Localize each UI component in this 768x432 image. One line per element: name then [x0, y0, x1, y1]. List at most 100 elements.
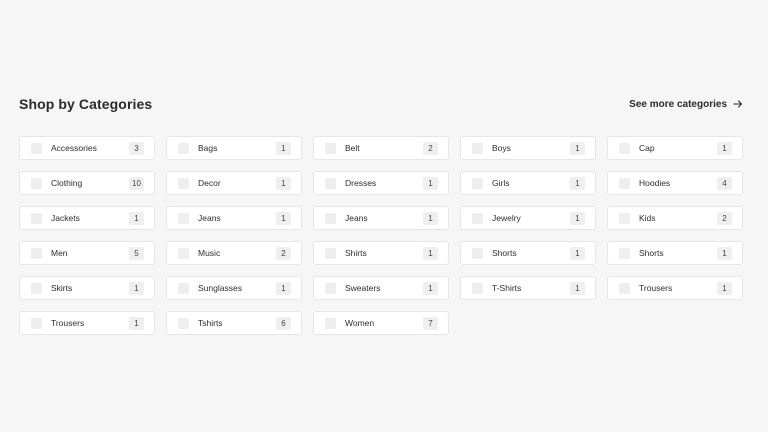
category-label: Music — [198, 248, 221, 258]
section-title: Shop by Categories — [19, 96, 153, 112]
category-count-badge: 1 — [423, 211, 438, 225]
category-label: Boys — [492, 143, 511, 153]
category-label: Jeans — [345, 213, 368, 223]
category-label: Sunglasses — [198, 283, 242, 293]
category-count-badge: 1 — [129, 211, 144, 225]
category-thumbnail — [472, 177, 483, 189]
category-item[interactable]: Jackets 1 — [19, 206, 155, 230]
category-thumbnail — [472, 282, 483, 294]
category-label: Belt — [345, 143, 360, 153]
category-label: Jackets — [51, 213, 80, 223]
category-item[interactable]: Trousers 1 — [19, 311, 155, 335]
category-count-badge: 10 — [129, 176, 144, 190]
category-count-badge: 1 — [129, 281, 144, 295]
category-item[interactable]: Trousers 1 — [607, 276, 743, 300]
category-item[interactable]: Dresses 1 — [313, 171, 449, 195]
category-label: Trousers — [51, 318, 85, 328]
category-thumbnail — [619, 142, 630, 154]
category-item[interactable]: Shorts 1 — [607, 241, 743, 265]
category-count-badge: 1 — [423, 176, 438, 190]
category-item[interactable]: Shorts 1 — [460, 241, 596, 265]
category-label: Jeans — [198, 213, 221, 223]
category-label: Decor — [198, 178, 221, 188]
category-item[interactable]: Men 5 — [19, 241, 155, 265]
category-count-badge: 3 — [129, 141, 144, 155]
category-thumbnail — [325, 247, 336, 259]
category-count-badge: 1 — [570, 246, 585, 260]
category-thumbnail — [325, 317, 336, 329]
category-thumbnail — [31, 142, 42, 154]
category-thumbnail — [178, 177, 189, 189]
category-label: Shorts — [492, 248, 517, 258]
category-item[interactable]: T-Shirts 1 — [460, 276, 596, 300]
category-item[interactable]: Hoodies 4 — [607, 171, 743, 195]
category-item[interactable]: Decor 1 — [166, 171, 302, 195]
category-thumbnail — [472, 142, 483, 154]
category-label: Girls — [492, 178, 510, 188]
category-thumbnail — [472, 247, 483, 259]
category-count-badge: 1 — [423, 246, 438, 260]
category-count-badge: 1 — [570, 211, 585, 225]
category-label: Accessories — [51, 143, 97, 153]
category-item[interactable]: Sweaters 1 — [313, 276, 449, 300]
category-label: Skirts — [51, 283, 73, 293]
category-thumbnail — [178, 247, 189, 259]
category-item[interactable]: Girls 1 — [460, 171, 596, 195]
category-count-badge: 5 — [129, 246, 144, 260]
category-count-badge: 2 — [423, 141, 438, 155]
category-count-badge: 1 — [276, 281, 291, 295]
category-label: Trousers — [639, 283, 673, 293]
category-item[interactable]: Cap 1 — [607, 136, 743, 160]
category-label: Jewelry — [492, 213, 521, 223]
category-label: Dresses — [345, 178, 377, 188]
category-item[interactable]: Jeans 1 — [313, 206, 449, 230]
category-item[interactable]: Jewelry 1 — [460, 206, 596, 230]
category-thumbnail — [178, 317, 189, 329]
category-grid: Accessories 3 Bags 1 Belt 2 Boys 1 Cap 1 Clothing 1… — [19, 136, 743, 335]
section-header: Shop by Categories See more categories — [19, 94, 743, 114]
category-count-badge: 1 — [570, 176, 585, 190]
category-label: Shorts — [639, 248, 664, 258]
category-item[interactable]: Clothing 10 — [19, 171, 155, 195]
category-item[interactable]: Bags 1 — [166, 136, 302, 160]
category-label: Shirts — [345, 248, 367, 258]
category-label: T-Shirts — [492, 283, 522, 293]
category-item[interactable]: Jeans 1 — [166, 206, 302, 230]
category-count-badge: 2 — [276, 246, 291, 260]
category-thumbnail — [619, 247, 630, 259]
category-thumbnail — [325, 142, 336, 154]
category-count-badge: 1 — [129, 316, 144, 330]
category-thumbnail — [178, 142, 189, 154]
category-item[interactable]: Accessories 3 — [19, 136, 155, 160]
category-label: Cap — [639, 143, 655, 153]
shop-by-categories-section: Shop by Categories See more categories A… — [19, 94, 743, 335]
category-count-badge: 1 — [570, 141, 585, 155]
category-thumbnail — [31, 317, 42, 329]
category-count-badge: 6 — [276, 316, 291, 330]
category-label: Bags — [198, 143, 218, 153]
category-thumbnail — [325, 177, 336, 189]
category-item[interactable]: Women 7 — [313, 311, 449, 335]
category-thumbnail — [31, 282, 42, 294]
category-item[interactable]: Music 2 — [166, 241, 302, 265]
category-thumbnail — [619, 282, 630, 294]
category-item[interactable]: Belt 2 — [313, 136, 449, 160]
category-item[interactable]: Tshirts 6 — [166, 311, 302, 335]
category-count-badge: 7 — [423, 316, 438, 330]
category-thumbnail — [325, 212, 336, 224]
category-label: Sweaters — [345, 283, 381, 293]
arrow-right-icon — [733, 100, 743, 108]
category-item[interactable]: Shirts 1 — [313, 241, 449, 265]
category-label: Men — [51, 248, 68, 258]
category-item[interactable]: Sunglasses 1 — [166, 276, 302, 300]
see-more-categories-link[interactable]: See more categories — [629, 99, 743, 110]
category-item[interactable]: Skirts 1 — [19, 276, 155, 300]
category-thumbnail — [619, 177, 630, 189]
category-thumbnail — [472, 212, 483, 224]
category-count-badge: 1 — [276, 211, 291, 225]
category-item[interactable]: Kids 2 — [607, 206, 743, 230]
category-count-badge: 2 — [717, 211, 732, 225]
category-thumbnail — [178, 282, 189, 294]
category-count-badge: 1 — [423, 281, 438, 295]
category-item[interactable]: Boys 1 — [460, 136, 596, 160]
